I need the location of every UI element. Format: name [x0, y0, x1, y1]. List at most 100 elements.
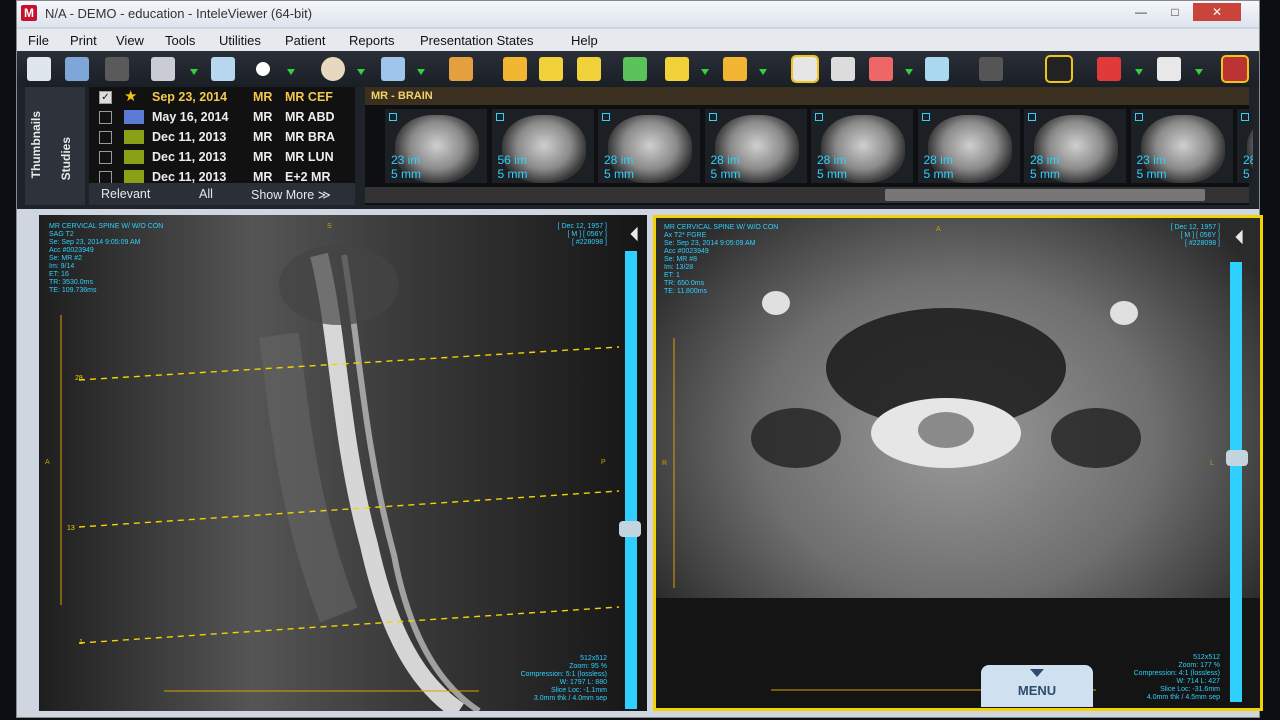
thumbnail-scrollbar[interactable] — [365, 187, 1249, 203]
series-thumbnail[interactable]: 28 im 5 mm — [1024, 109, 1126, 183]
study-date: May 16, 2014 — [152, 110, 229, 124]
overlay-line: Se: MR #2 — [49, 255, 83, 262]
menu-reports[interactable]: Reports — [349, 33, 395, 48]
overlay-line: MR CERVICAL SPINE W/ W/O CON — [664, 224, 779, 231]
menu-utilities[interactable]: Utilities — [219, 33, 261, 48]
viewport-sagittal[interactable]: MR CERVICAL SPINE W/ W/O CON SAG T2 Se: Se… — [39, 215, 647, 711]
study-color-swatch — [124, 170, 144, 184]
series-thumbnail[interactable]: 23 im 5 mm — [1130, 109, 1233, 183]
thumbnail-strip: MR - BRAIN 23 im 5 mm 56 im 5 mm 28 im 5 mm 28… — [365, 87, 1253, 205]
save-icon[interactable] — [65, 57, 89, 81]
series-thumbnail[interactable]: 28 im 5 mm — [917, 109, 1020, 183]
slider-handle[interactable] — [1226, 450, 1248, 466]
cine-icon[interactable] — [1221, 55, 1249, 83]
menu-presentation-states[interactable]: Presentation States — [420, 33, 533, 48]
dropdown-arrow-icon[interactable] — [357, 69, 365, 75]
orientation-right: P — [601, 459, 606, 466]
study-color-swatch — [124, 110, 144, 124]
series-thumbnail[interactable]: 285 — [1237, 109, 1253, 183]
window-title: N/A - DEMO - education - InteleViewer (6… — [45, 6, 313, 21]
key-add-icon[interactable] — [539, 57, 563, 81]
tile-layout-icon[interactable] — [1157, 57, 1181, 81]
overlay-line: TE: 109.736ms — [49, 287, 97, 294]
series-thumbnail[interactable]: 28 im 5 mm — [704, 109, 807, 183]
series-icon[interactable] — [831, 57, 855, 81]
overlay-top-left: MR CERVICAL SPINE W/ W/O CON SAG T2 Se: Se… — [49, 223, 163, 295]
dropdown-arrow-icon[interactable] — [190, 69, 198, 75]
dropdown-arrow-icon[interactable] — [759, 69, 767, 75]
line-label: 13 — [67, 525, 75, 532]
study-description: MR ABD — [285, 110, 335, 124]
screen-icon[interactable] — [925, 57, 949, 81]
zoom-icon[interactable] — [381, 57, 405, 81]
maximize-button[interactable]: □ — [1159, 3, 1191, 21]
overlay-line: TR: 650.0ms — [664, 280, 705, 287]
series-thumbnail[interactable]: 23 im 5 mm — [385, 109, 487, 183]
window-level-icon[interactable] — [449, 57, 473, 81]
series-thumbnail[interactable]: 56 im 5 mm — [491, 109, 594, 183]
overlay-line: [ Dec 12, 1957 ] — [557, 223, 607, 230]
menu-patient[interactable]: Patient — [285, 33, 325, 48]
selection-marker-icon — [1134, 113, 1143, 121]
menu-tools[interactable]: Tools — [165, 33, 195, 48]
image-slider[interactable] — [1230, 262, 1242, 702]
key-icon[interactable] — [577, 57, 601, 81]
study-checkbox[interactable] — [99, 131, 112, 144]
measure-icon[interactable] — [979, 57, 1003, 81]
overlay-line: ET: 1 — [664, 272, 680, 279]
tab-studies[interactable]: Studies — [59, 137, 73, 180]
pencil-icon[interactable] — [665, 57, 689, 81]
dropdown-arrow-icon[interactable] — [287, 69, 295, 75]
overlay-top-right: [ Dec 12, 1957 ][ M ] [ 056Y ][ #228098 … — [1171, 224, 1220, 248]
study-row[interactable]: Dec 11, 2013 MR MR LUN — [89, 147, 355, 167]
menu-bar: File Print View Tools Utilities Patient … — [17, 29, 1259, 51]
study-checkbox[interactable] — [99, 151, 112, 164]
study-checkbox[interactable]: ✓ — [99, 91, 112, 104]
study-row[interactable]: ✓ ★ Sep 23, 2014 MR MR CEF — [89, 87, 355, 107]
dropdown-arrow-icon[interactable] — [701, 69, 709, 75]
cross-reference-icon[interactable] — [503, 57, 527, 81]
scroll-thumb[interactable] — [885, 189, 1205, 201]
overlay-line: Acc #0023949 — [49, 247, 94, 254]
menu-help[interactable]: Help — [571, 33, 598, 48]
menu-file[interactable]: File — [28, 33, 49, 48]
page-icon[interactable] — [105, 57, 129, 81]
all-button[interactable]: All — [199, 187, 213, 201]
open-icon[interactable] — [27, 57, 51, 81]
dropdown-arrow-icon[interactable] — [1195, 69, 1203, 75]
stack-mode-icon[interactable] — [791, 55, 819, 83]
print-icon[interactable] — [151, 57, 175, 81]
menu-print[interactable]: Print — [70, 33, 97, 48]
menu-view[interactable]: View — [116, 33, 144, 48]
dropdown-arrow-icon[interactable] — [905, 69, 913, 75]
overlay-line: [ M ] [ 056Y ] — [567, 231, 607, 238]
image-slider[interactable] — [625, 251, 637, 709]
series-thumbnail[interactable]: 28 im 5 mm — [811, 109, 913, 183]
slider-handle[interactable] — [619, 521, 641, 537]
study-row[interactable]: May 16, 2014 MR MR ABD — [89, 107, 355, 127]
overlay-line: 4.0mm thk / 4.5mm sep — [1146, 694, 1220, 701]
ellipse-roi-icon[interactable] — [251, 57, 275, 81]
overlay-line: W: 1797 L: 880 — [559, 679, 607, 686]
grid-layout-icon[interactable] — [1097, 57, 1121, 81]
film-icon[interactable] — [1045, 55, 1073, 83]
arrow-annotation-icon[interactable] — [723, 57, 747, 81]
show-more-button[interactable]: Show More ≫ — [251, 187, 331, 202]
dropdown-arrow-icon[interactable] — [417, 69, 425, 75]
magnifier-icon[interactable] — [211, 57, 235, 81]
viewport-axial[interactable]: MR CERVICAL SPINE W/ W/O CON Ax T2* FGRE S… — [653, 215, 1263, 711]
menu-button[interactable]: MENU — [981, 665, 1093, 707]
relevant-button[interactable]: Relevant — [101, 187, 150, 201]
layout-icon[interactable] — [869, 57, 893, 81]
dropdown-arrow-icon[interactable] — [1135, 69, 1143, 75]
side-tabs: Thumbnails Studies — [25, 87, 85, 205]
study-row[interactable]: Dec 11, 2013 MR MR BRA — [89, 127, 355, 147]
study-checkbox[interactable] — [99, 111, 112, 124]
pan-hand-icon[interactable] — [321, 57, 345, 81]
close-button[interactable]: ✕ — [1193, 3, 1241, 21]
series-thumbnail[interactable]: 28 im 5 mm — [598, 109, 700, 183]
add-image-icon[interactable] — [623, 57, 647, 81]
thumbnail-thickness: 5 — [1243, 167, 1250, 181]
minimize-button[interactable]: — — [1125, 3, 1157, 21]
tab-thumbnails[interactable]: Thumbnails — [29, 111, 43, 178]
